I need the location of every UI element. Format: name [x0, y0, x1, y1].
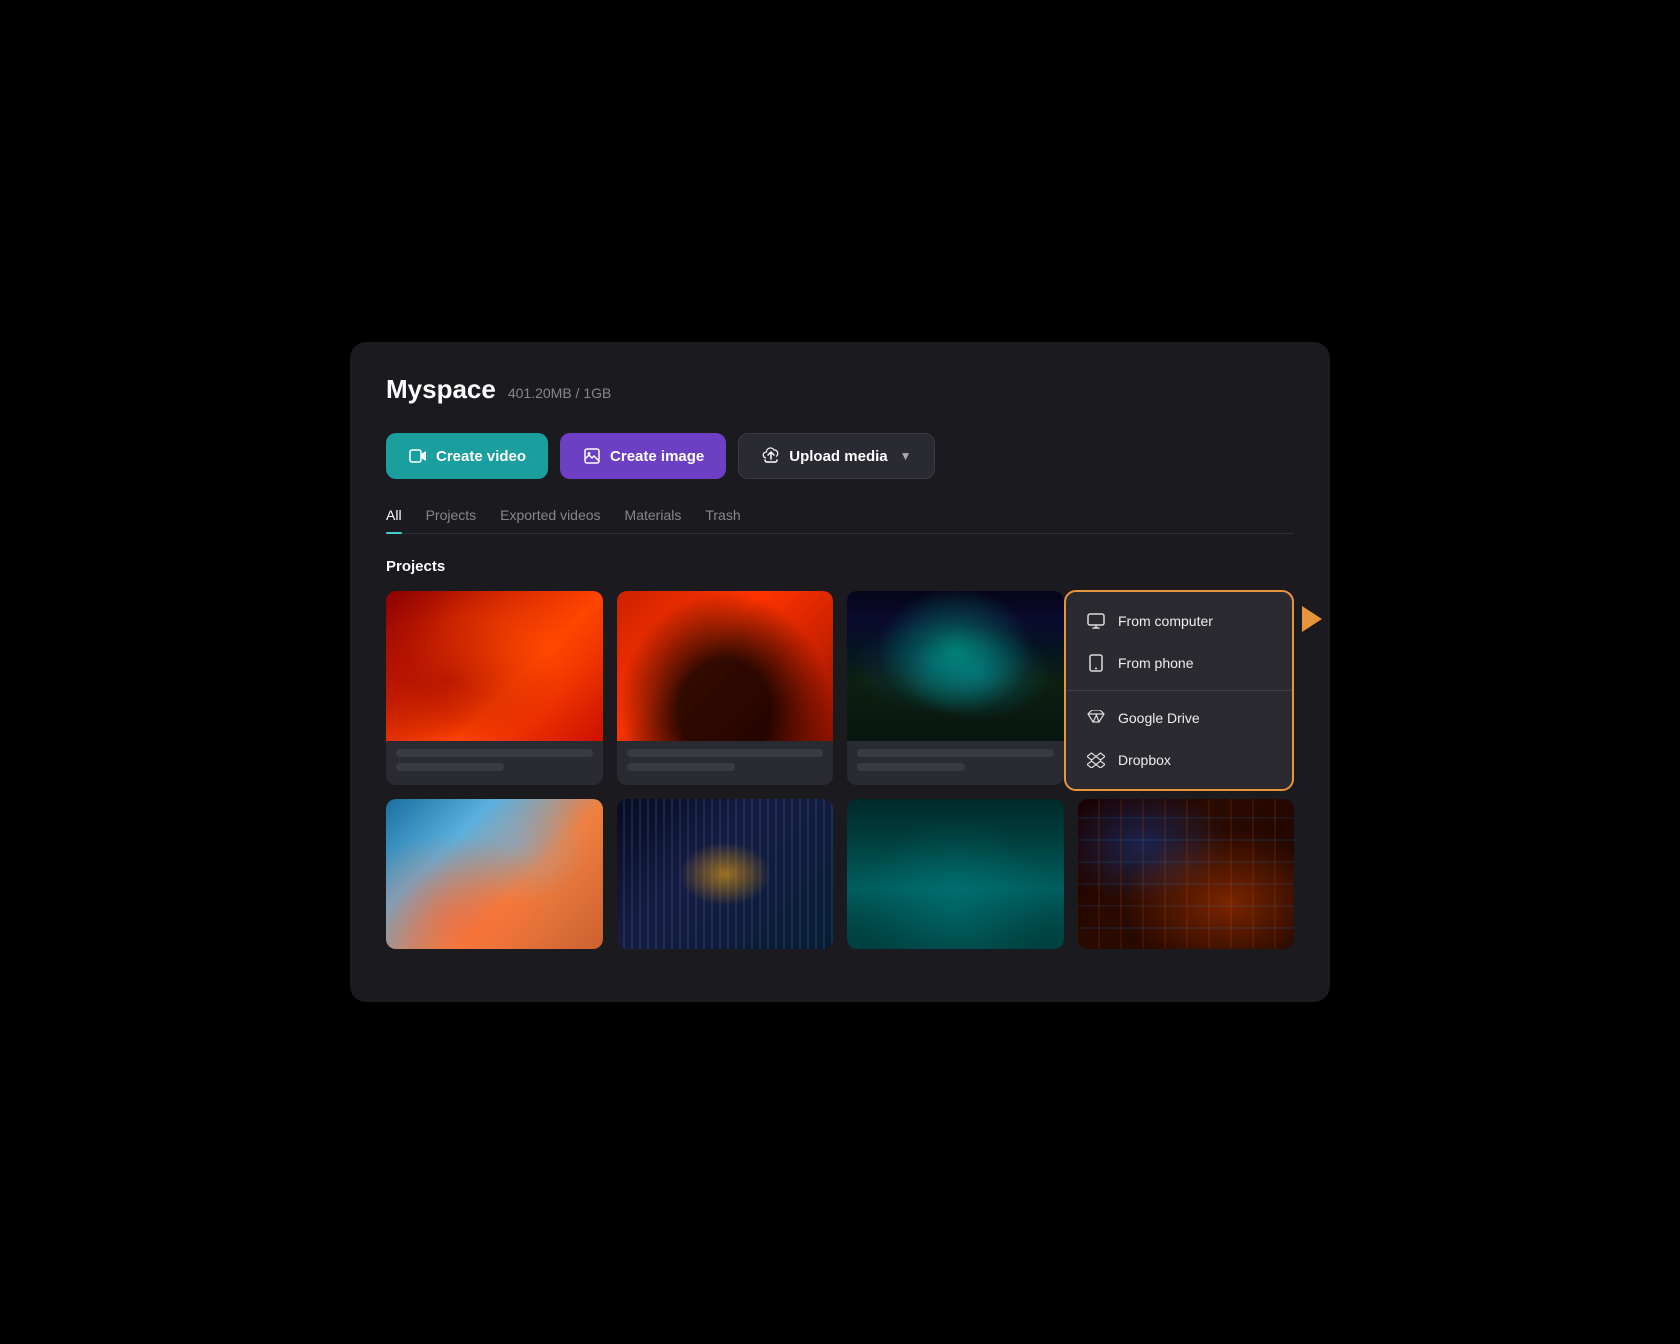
upload-from-computer[interactable]: From computer	[1066, 600, 1292, 642]
create-image-button[interactable]: Create image	[560, 433, 726, 479]
meta-line-1	[396, 749, 593, 757]
project-item-7[interactable]	[847, 799, 1064, 949]
thumbnail-3	[847, 591, 1064, 741]
upload-dropbox[interactable]: Dropbox	[1066, 739, 1292, 781]
upload-icon	[761, 446, 781, 466]
google-drive-icon	[1086, 708, 1106, 728]
header: Myspace 401.20MB / 1GB	[386, 374, 1294, 405]
thumbnail-7	[847, 799, 1064, 949]
meta-line-4	[627, 763, 735, 771]
upload-from-phone[interactable]: From phone	[1066, 642, 1292, 684]
dropdown-divider	[1066, 690, 1292, 691]
project-item-6[interactable]	[617, 799, 834, 949]
thumbnail-2	[617, 591, 834, 741]
image-icon	[582, 446, 602, 466]
tab-projects[interactable]: Projects	[426, 507, 477, 533]
tab-materials[interactable]: Materials	[625, 507, 682, 533]
storage-info: 401.20MB / 1GB	[508, 385, 612, 401]
action-buttons: Create video Create image Upload med	[386, 433, 1294, 479]
thumbnail-8	[1078, 799, 1295, 949]
video-icon	[408, 446, 428, 466]
tabs-bar: All Projects Exported videos Materials T…	[386, 507, 1294, 534]
thumbnail-1	[386, 591, 603, 741]
project-meta-1	[386, 741, 603, 785]
upload-google-drive[interactable]: Google Drive	[1066, 697, 1292, 739]
from-phone-label: From phone	[1118, 655, 1193, 671]
upload-media-button[interactable]: Upload media ▼	[738, 433, 934, 479]
project-item-8[interactable]	[1078, 799, 1295, 949]
from-computer-label: From computer	[1118, 613, 1213, 629]
dropdown-arrow	[1302, 606, 1322, 632]
meta-line-5	[857, 749, 1054, 757]
thumbnail-5	[386, 799, 603, 949]
project-item-5[interactable]	[386, 799, 603, 949]
app-container: Myspace 401.20MB / 1GB Create video Cr	[350, 342, 1330, 1002]
phone-icon	[1086, 653, 1106, 673]
thumbnail-6	[617, 799, 834, 949]
dropbox-icon	[1086, 750, 1106, 770]
monitor-icon	[1086, 611, 1106, 631]
project-item-3[interactable]	[847, 591, 1064, 785]
create-video-button[interactable]: Create video	[386, 433, 548, 479]
tab-all[interactable]: All	[386, 507, 402, 533]
project-item-2[interactable]	[617, 591, 834, 785]
meta-line-3	[627, 749, 824, 757]
project-meta-3	[847, 741, 1064, 785]
project-meta-2	[617, 741, 834, 785]
google-drive-label: Google Drive	[1118, 710, 1200, 726]
tab-trash[interactable]: Trash	[705, 507, 740, 533]
dropbox-label: Dropbox	[1118, 752, 1171, 768]
meta-line-2	[396, 763, 504, 771]
projects-grid-2	[386, 799, 1294, 949]
project-item-1[interactable]	[386, 591, 603, 785]
chevron-down-icon: ▼	[900, 449, 912, 463]
tab-exported-videos[interactable]: Exported videos	[500, 507, 600, 533]
upload-dropdown-menu: From computer From phone Google Drive	[1064, 590, 1294, 791]
meta-line-6	[857, 763, 965, 771]
app-title: Myspace	[386, 374, 496, 405]
projects-section-title: Projects	[386, 558, 1294, 575]
